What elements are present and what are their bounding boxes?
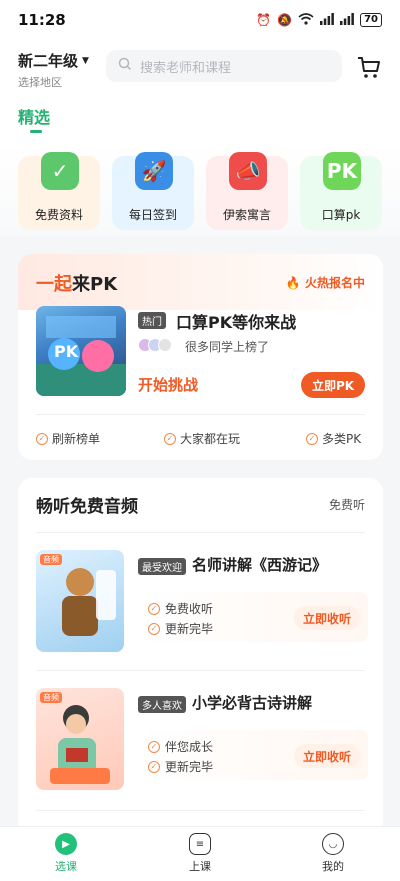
profile-icon: ◡ — [322, 833, 344, 855]
bottom-nav: ▶ 选课 ≡ 上课 ◡ 我的 — [0, 826, 400, 881]
header: 新二年级 ▼ 选择地区 搜索老师和课程 — [0, 40, 400, 100]
divider — [36, 414, 365, 415]
item-title: 名师讲解《西游记》 — [192, 556, 328, 574]
clipboard-check-icon: ✓ — [41, 152, 79, 190]
check-circle-icon: ✓ — [148, 622, 160, 635]
mute-icon: 🔕 — [277, 13, 293, 27]
pk-now-button[interactable]: 立即PK — [301, 372, 365, 398]
item-feature-box: ✓ 伴您成长 ✓ 更新完毕 立即收听 — [138, 730, 368, 780]
item-feature: ✓ 更新完毕 — [148, 758, 213, 775]
rocket-icon: 🚀 — [135, 152, 173, 190]
check-circle-icon: ✓ — [148, 602, 160, 615]
search-icon — [118, 57, 132, 75]
check-circle-icon: ✓ — [148, 760, 160, 773]
item-feature: ✓ 免费收听 — [148, 600, 213, 617]
divider — [36, 810, 365, 811]
avatar — [158, 338, 172, 352]
divider — [36, 670, 365, 671]
nav-item-classes[interactable]: ≡ 上课 — [170, 833, 230, 874]
audio-section-title: 畅听免费音频 — [36, 497, 138, 517]
region-label: 选择地区 — [18, 76, 62, 89]
grade-selector[interactable]: 新二年级 ▼ 选择地区 — [18, 50, 89, 90]
feature-label: 免费资料 — [34, 208, 83, 222]
item-feature-box: ✓ 免费收听 ✓ 更新完毕 立即收听 — [138, 592, 368, 642]
feature-mental-math-pk[interactable]: PK 口算pk — [300, 152, 382, 230]
status-bar: 11:28 ⏰ 🔕 70 — [0, 0, 400, 40]
hot-signup-tag: 🔥 火热报名中 — [285, 276, 365, 290]
signal-icon — [340, 12, 354, 28]
divider — [36, 532, 365, 533]
tab-featured[interactable]: 精选 — [18, 104, 50, 128]
feature-daily-checkin[interactable]: 🚀 每日签到 — [112, 152, 194, 230]
cover-tag: 音频 — [40, 554, 62, 565]
status-icons: ⏰ 🔕 70 — [256, 12, 382, 28]
item-badge: 最受欢迎 — [138, 558, 186, 575]
feature-aesop[interactable]: 📣 伊索寓言 — [206, 152, 288, 230]
pk-thumbnail[interactable]: PK — [36, 306, 126, 396]
caret-down-icon: ▼ — [82, 55, 89, 66]
avatar-group — [138, 338, 172, 352]
megaphone-icon: 📣 — [229, 152, 267, 190]
item-feature: ✓ 伴您成长 — [148, 738, 213, 755]
hot-badge: 热门 — [138, 312, 166, 329]
class-icon: ≡ — [189, 833, 211, 855]
pk-people-text: 很多同学上榜了 — [185, 340, 270, 354]
feature-free-materials[interactable]: ✓ 免费资料 — [18, 152, 100, 230]
status-time: 11:28 — [18, 11, 66, 29]
grade-label: 新二年级 — [18, 52, 79, 70]
listen-now-button[interactable]: 立即收听 — [294, 606, 360, 630]
pk-icon: PK — [323, 152, 361, 190]
feature-label: 每日签到 — [128, 208, 177, 222]
pk-feature: ✓ 多类PK — [306, 430, 361, 447]
check-circle-icon: ✓ — [306, 432, 318, 445]
item-title: 小学必背古诗讲解 — [192, 694, 313, 712]
check-circle-icon: ✓ — [164, 432, 176, 445]
audio-item[interactable]: 音频 多人喜欢 小学必背古诗讲解 ✓ 伴您成长 ✓ 更新完毕 立即收听 — [18, 688, 383, 798]
nav-item-select-course[interactable]: ▶ 选课 — [36, 833, 96, 874]
search-placeholder: 搜索老师和课程 — [140, 60, 232, 76]
pk-card-title: 一起来PK — [36, 274, 118, 295]
alarm-icon: ⏰ — [256, 13, 272, 27]
audio-cover: 音频 — [36, 688, 124, 790]
check-circle-icon: ✓ — [36, 432, 48, 445]
signal-icon — [320, 12, 334, 28]
start-challenge-text[interactable]: 开始挑战 — [138, 374, 198, 395]
feature-row: ✓ 免费资料 🚀 每日签到 📣 伊索寓言 PK 口算pk — [0, 142, 400, 236]
tab-indicator — [30, 130, 42, 133]
pk-feature: ✓ 刷新榜单 — [36, 430, 100, 447]
pk-thumb-text: PK — [54, 342, 79, 361]
feature-label: 伊索寓言 — [222, 208, 271, 222]
battery-icon: 70 — [360, 13, 382, 27]
pk-name[interactable]: 口算PK等你来战 — [176, 309, 296, 333]
free-audio-card: 畅听免费音频 免费听 音频 最受欢迎 名师讲解《西游记》 ✓ 免费收听 ✓ 更新完毕… — [18, 478, 383, 838]
nav-item-profile[interactable]: ◡ 我的 — [303, 833, 363, 874]
pk-feature: ✓ 大家都在玩 — [164, 430, 240, 447]
listen-now-button[interactable]: 立即收听 — [294, 744, 360, 768]
top-tabs: 精选 — [0, 100, 400, 142]
free-listen-link[interactable]: 免费听 — [329, 496, 365, 513]
fire-icon: 🔥 — [285, 276, 301, 290]
cover-tag: 音频 — [40, 692, 62, 703]
audio-item[interactable]: 音频 最受欢迎 名师讲解《西游记》 ✓ 免费收听 ✓ 更新完毕 立即收听 — [18, 550, 383, 660]
item-feature: ✓ 更新完毕 — [148, 620, 213, 637]
feature-label: 口算pk — [321, 208, 361, 222]
item-badge: 多人喜欢 — [138, 696, 186, 713]
audio-cover: 音频 — [36, 550, 124, 652]
pk-card: 一起来PK 🔥 火热报名中 PK 热门 口算PK等你来战 很多同学上榜了 开始挑… — [18, 254, 383, 460]
check-circle-icon: ✓ — [148, 740, 160, 753]
play-icon: ▶ — [55, 833, 77, 855]
cart-icon[interactable] — [356, 54, 382, 80]
search-input[interactable]: 搜索老师和课程 — [106, 50, 342, 82]
wifi-icon — [298, 12, 314, 28]
